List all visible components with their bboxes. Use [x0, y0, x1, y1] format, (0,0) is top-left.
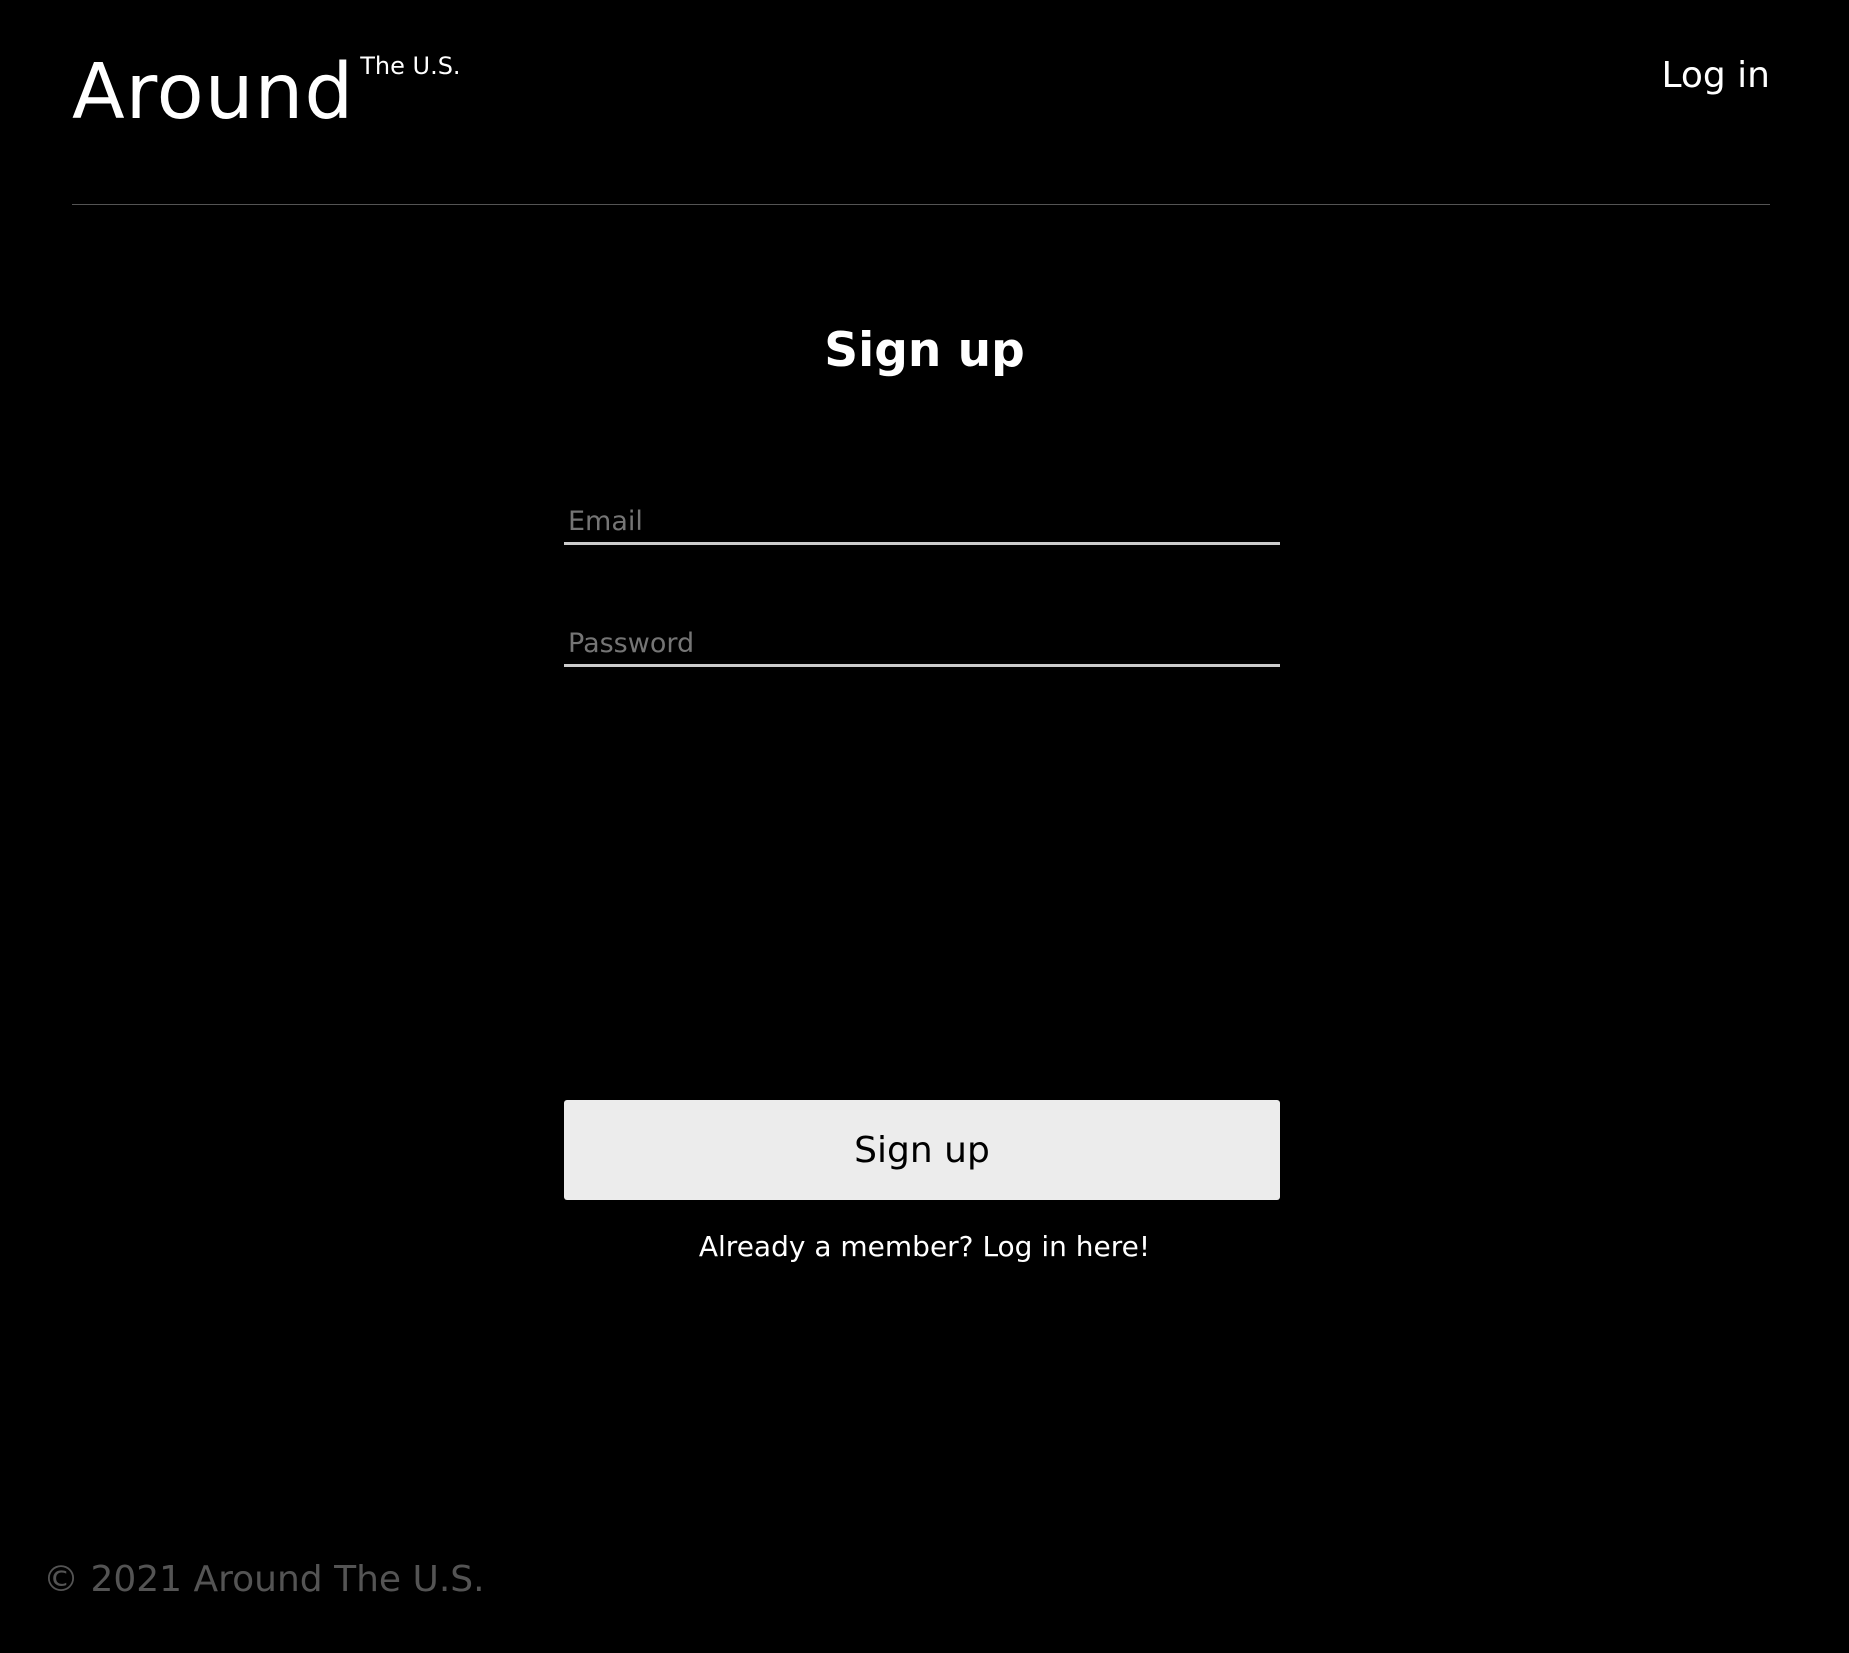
password-field[interactable]	[564, 623, 1280, 667]
logo: Around The U.S.	[72, 54, 461, 131]
login-here-link[interactable]: Already a member? Log in here!	[0, 1233, 1849, 1261]
logo-main-text: Around	[72, 48, 355, 137]
email-field[interactable]	[564, 501, 1280, 545]
header-login-link[interactable]: Log in	[1661, 58, 1770, 94]
footer-copyright: © 2021 Around The U.S.	[43, 1559, 485, 1600]
signup-button[interactable]: Sign up	[564, 1100, 1280, 1200]
logo-superscript: The U.S.	[360, 52, 461, 80]
page-title: Sign up	[824, 323, 1025, 378]
site-header: Around The U.S. Log in	[72, 40, 1770, 205]
